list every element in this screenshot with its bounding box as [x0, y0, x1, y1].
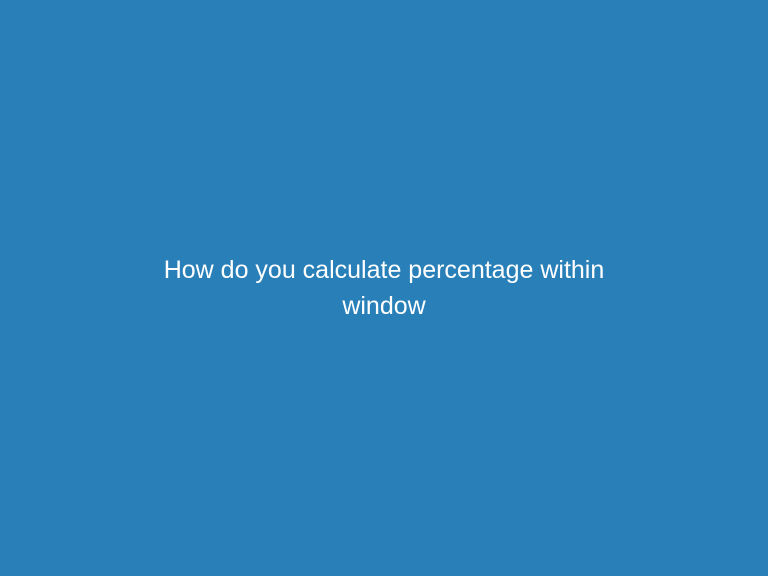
page-title: How do you calculate percentage within w… — [104, 252, 664, 325]
